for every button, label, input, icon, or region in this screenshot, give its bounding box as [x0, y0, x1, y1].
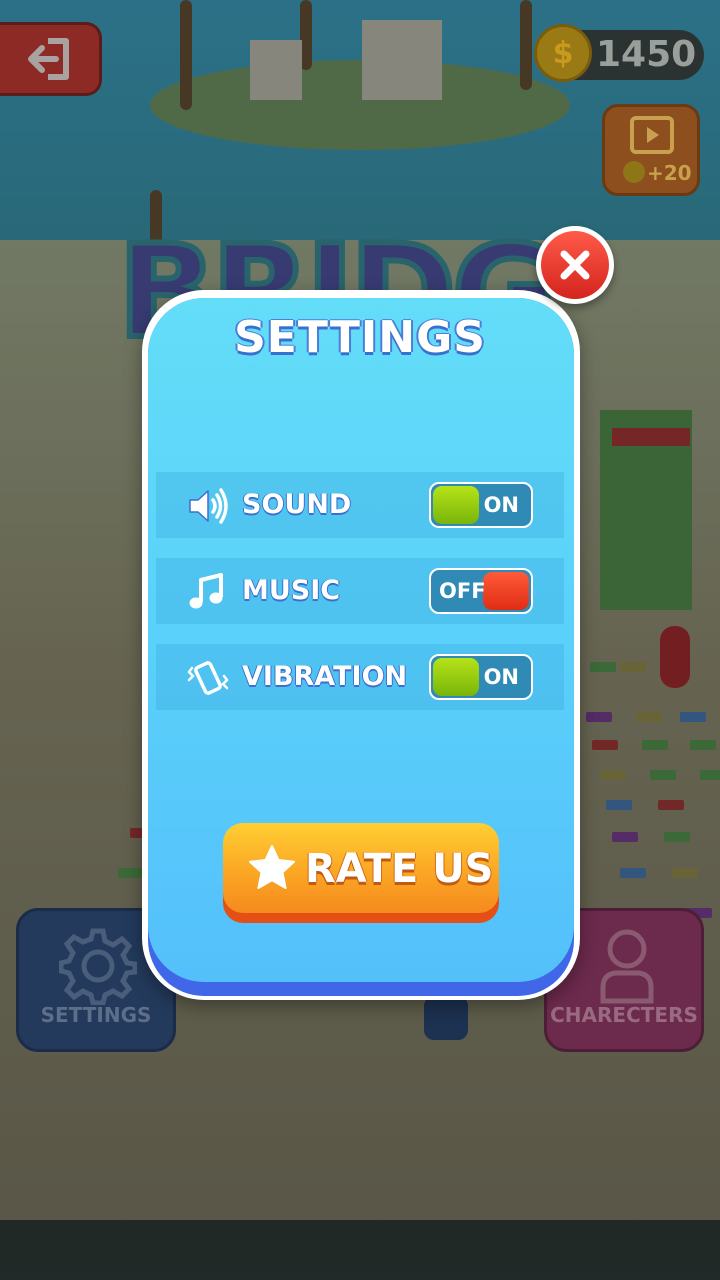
exit-icon — [27, 38, 69, 80]
vibration-toggle[interactable]: ON — [429, 654, 533, 700]
rate-us-label: RATE US — [305, 846, 494, 892]
video-icon — [630, 116, 674, 154]
settings-row-sound: SOUND ON — [156, 472, 564, 538]
coin-icon — [623, 161, 645, 183]
speaker-icon — [189, 488, 228, 524]
vibration-label: VIBRATION — [242, 661, 408, 692]
sound-toggle-state: ON — [483, 493, 519, 517]
toggle-knob — [433, 486, 479, 524]
star-icon — [249, 845, 295, 889]
vibration-icon — [187, 661, 229, 695]
music-note-icon — [189, 573, 223, 609]
settings-row-vibration: VIBRATION ON — [156, 644, 564, 710]
exit-button[interactable] — [0, 22, 102, 96]
watch-video-reward-button[interactable]: +20 — [602, 104, 700, 196]
settings-menu-label: SETTINGS — [40, 1003, 152, 1027]
close-button[interactable] — [536, 226, 614, 304]
music-toggle[interactable]: OFF — [429, 568, 533, 614]
toggle-knob — [433, 658, 479, 696]
video-reward-amount: +20 — [647, 161, 692, 185]
close-icon — [560, 250, 590, 280]
music-toggle-state: OFF — [439, 579, 486, 603]
settings-row-music: MUSIC OFF — [156, 558, 564, 624]
vibration-toggle-state: ON — [483, 665, 519, 689]
character-icon — [600, 929, 654, 1004]
sound-toggle[interactable]: ON — [429, 482, 533, 528]
coin-count: 1450 — [596, 34, 697, 75]
dialog-title: SETTINGS — [234, 312, 486, 363]
gear-icon — [59, 928, 137, 1005]
toggle-knob — [483, 572, 529, 610]
characters-menu-label: CHARECTERS — [550, 1003, 698, 1027]
coin-icon: $ — [534, 24, 592, 82]
sound-label: SOUND — [242, 489, 352, 520]
rate-us-button[interactable]: RATE US — [223, 823, 499, 923]
music-label: MUSIC — [242, 575, 341, 606]
